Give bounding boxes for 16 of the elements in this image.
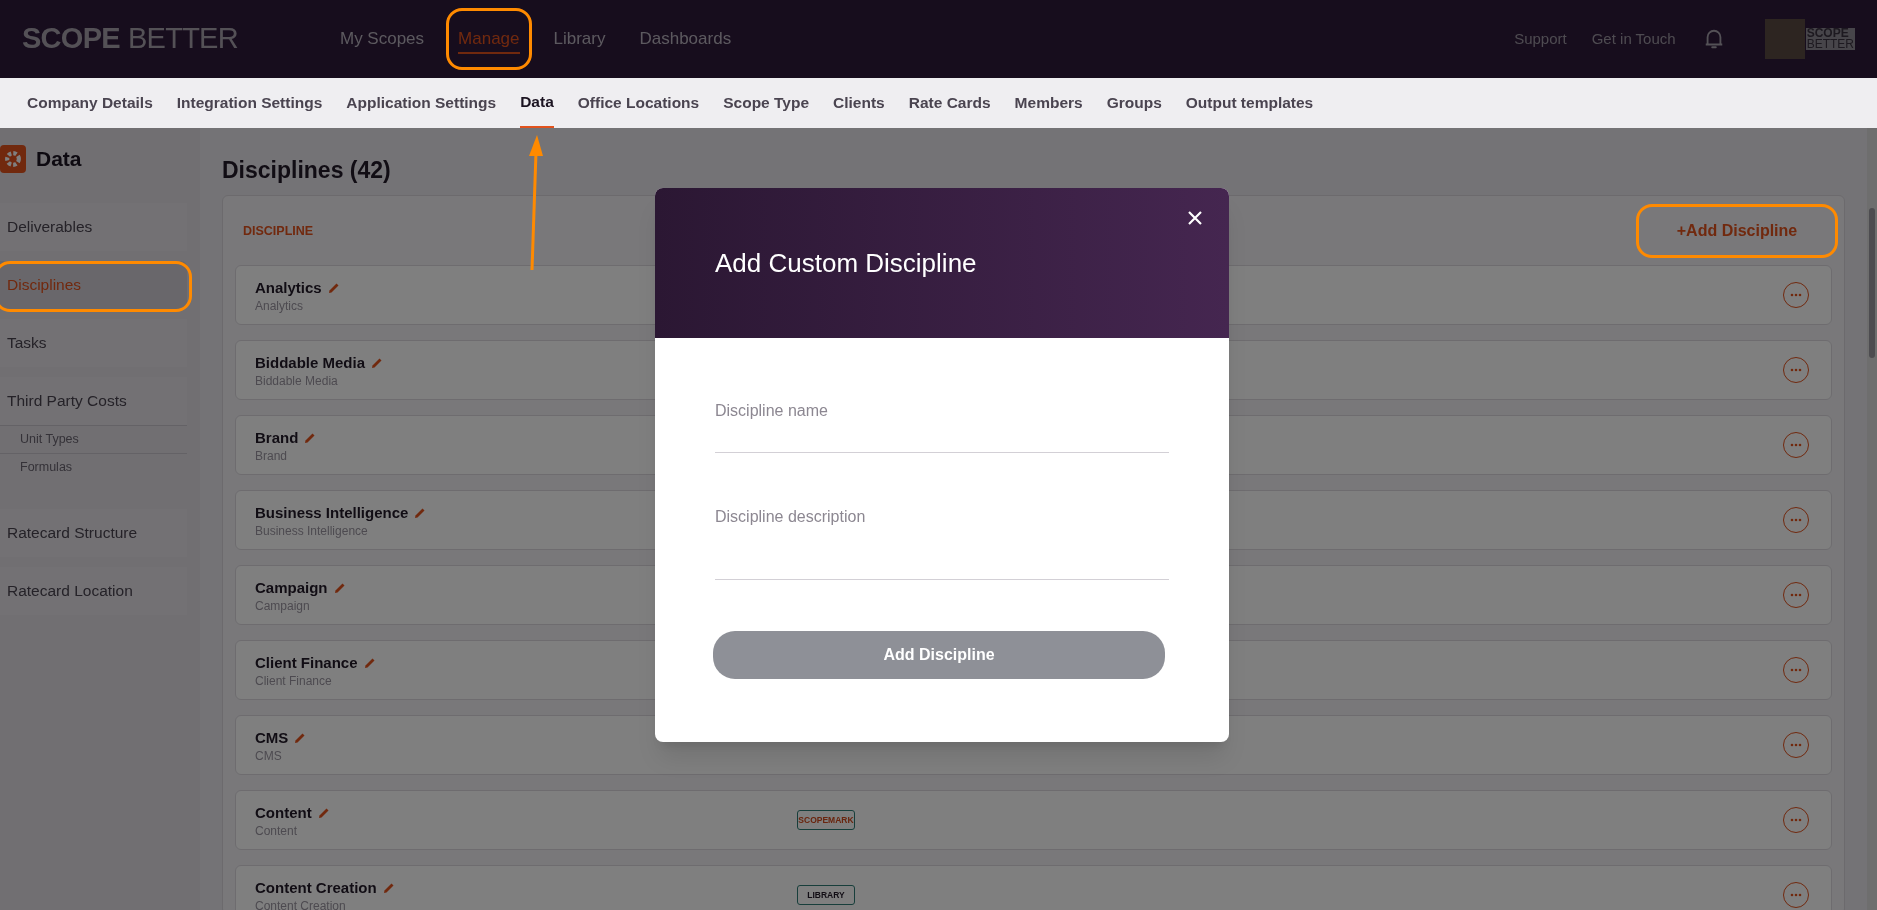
sidebar-title: Data bbox=[36, 146, 82, 173]
discipline-name: Campaign bbox=[255, 577, 328, 598]
badge: SCOPEMARK bbox=[797, 810, 855, 830]
column-header: DISCIPLINE bbox=[243, 222, 314, 240]
page-title: Disciplines (42) bbox=[222, 156, 392, 183]
discipline-name: Analytics bbox=[255, 277, 322, 298]
discipline-name: CMS bbox=[255, 727, 289, 748]
logo: SCOPE BETTER bbox=[22, 21, 238, 57]
discipline-name: Brand bbox=[255, 427, 299, 448]
discipline-name: Content Creation bbox=[255, 877, 377, 898]
modal-title: Add Custom Discipline bbox=[715, 246, 977, 280]
discipline-name: Content bbox=[255, 802, 312, 823]
discipline-name: Biddable Media bbox=[255, 352, 366, 373]
discipline-name: Business Intelligence bbox=[255, 502, 409, 523]
badge: LIBRARY bbox=[797, 885, 855, 905]
discipline-name: Client Finance bbox=[255, 652, 358, 673]
